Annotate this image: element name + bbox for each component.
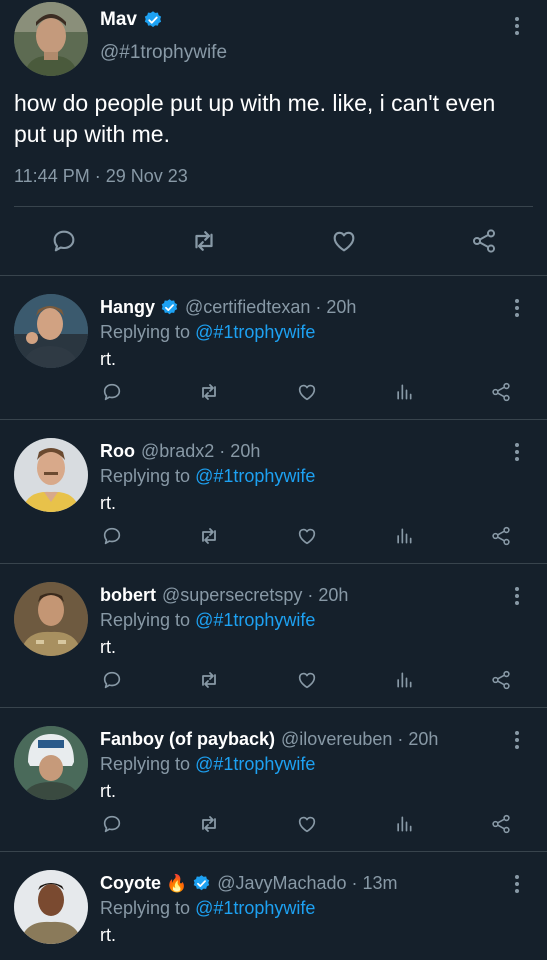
- author-name[interactable]: Roo: [100, 441, 135, 462]
- analytics-icon[interactable]: [392, 524, 416, 548]
- reply-icon[interactable]: [100, 524, 124, 548]
- share-icon[interactable]: [489, 668, 513, 692]
- author-name[interactable]: Mav: [100, 9, 163, 31]
- like-icon[interactable]: [295, 380, 319, 404]
- reply-text: rt.: [100, 493, 116, 513]
- retweet-icon[interactable]: [188, 225, 220, 257]
- reply-icon[interactable]: [48, 225, 80, 257]
- avatar[interactable]: [14, 870, 88, 944]
- like-icon[interactable]: [295, 524, 319, 548]
- avatar[interactable]: [14, 438, 88, 512]
- avatar[interactable]: [14, 582, 88, 656]
- reply-header: bobert @supersecretspy · 20h: [100, 585, 348, 606]
- share-icon[interactable]: [489, 524, 513, 548]
- replying-prefix: Replying to: [100, 898, 191, 918]
- more-options-icon[interactable]: [507, 14, 527, 38]
- more-options-icon[interactable]: [507, 584, 527, 608]
- tweet-actions: [0, 207, 547, 275]
- share-icon[interactable]: [489, 380, 513, 404]
- share-icon[interactable]: [489, 812, 513, 836]
- author-handle[interactable]: @supersecretspy · 20h: [162, 585, 348, 606]
- replying-prefix: Replying to: [100, 466, 191, 486]
- author-handle[interactable]: @JavyMachado · 13m: [217, 873, 397, 894]
- mention-link[interactable]: @#1trophywife: [195, 610, 315, 630]
- author-name[interactable]: Coyote: [100, 873, 161, 894]
- replying-prefix: Replying to: [100, 610, 191, 630]
- author-name[interactable]: bobert: [100, 585, 156, 606]
- like-icon[interactable]: [295, 668, 319, 692]
- author-name-text: Mav: [100, 9, 137, 30]
- reply-actions: [0, 662, 547, 698]
- verified-badge-icon: [143, 10, 163, 30]
- reply-actions: [0, 518, 547, 554]
- avatar[interactable]: [14, 726, 88, 800]
- avatar-image: [14, 294, 88, 368]
- reply-text: rt.: [100, 637, 116, 657]
- avatar-image: [14, 726, 88, 800]
- replying-to: Replying to @#1trophywife: [100, 610, 315, 631]
- verified-badge-icon: [192, 874, 211, 893]
- more-options-icon[interactable]: [507, 728, 527, 752]
- author-handle[interactable]: @bradx2 · 20h: [141, 441, 260, 462]
- mention-link[interactable]: @#1trophywife: [195, 322, 315, 342]
- analytics-icon[interactable]: [392, 668, 416, 692]
- replying-to: Replying to @#1trophywife: [100, 754, 315, 775]
- reply-text: rt.: [100, 781, 116, 801]
- author-handle[interactable]: @#1trophywife: [100, 42, 227, 64]
- like-icon[interactable]: [295, 812, 319, 836]
- avatar-image: [14, 2, 88, 76]
- replying-to: Replying to @#1trophywife: [100, 322, 315, 343]
- main-tweet: Mav @#1trophywife how do people put up w…: [0, 0, 547, 276]
- avatar-image: [14, 582, 88, 656]
- tweet-timestamp[interactable]: 11:44 PM · 29 Nov 23: [14, 166, 188, 187]
- author-handle[interactable]: @certifiedtexan · 20h: [185, 297, 356, 318]
- reply-tweet[interactable]: Fanboy (of payback) @ilovereuben · 20h R…: [0, 708, 547, 852]
- like-icon[interactable]: [328, 225, 360, 257]
- reply-icon[interactable]: [100, 812, 124, 836]
- retweet-icon[interactable]: [197, 380, 221, 404]
- more-options-icon[interactable]: [507, 440, 527, 464]
- share-icon[interactable]: [468, 225, 500, 257]
- mention-link[interactable]: @#1trophywife: [195, 754, 315, 774]
- replying-prefix: Replying to: [100, 754, 191, 774]
- replying-to: Replying to @#1trophywife: [100, 898, 315, 919]
- author-handle[interactable]: @ilovereuben · 20h: [281, 729, 438, 750]
- avatar-image: [14, 438, 88, 512]
- reply-text: rt.: [100, 349, 116, 369]
- reply-tweet[interactable]: Coyote 🔥 @JavyMachado · 13m Replying to …: [0, 852, 547, 960]
- reply-header: Roo @bradx2 · 20h: [100, 441, 260, 462]
- reply-actions: [0, 374, 547, 410]
- reply-header: Hangy @certifiedtexan · 20h: [100, 297, 356, 318]
- more-options-icon[interactable]: [507, 872, 527, 896]
- avatar[interactable]: [14, 2, 88, 76]
- analytics-icon[interactable]: [392, 380, 416, 404]
- reply-icon[interactable]: [100, 668, 124, 692]
- verified-badge-icon: [160, 298, 179, 317]
- reply-tweet[interactable]: Hangy @certifiedtexan · 20h Replying to …: [0, 276, 547, 420]
- reply-header: Coyote 🔥 @JavyMachado · 13m: [100, 873, 398, 894]
- avatar[interactable]: [14, 294, 88, 368]
- mention-link[interactable]: @#1trophywife: [195, 466, 315, 486]
- reply-text: rt.: [100, 925, 116, 945]
- analytics-icon[interactable]: [392, 812, 416, 836]
- reply-tweet[interactable]: Roo @bradx2 · 20h Replying to @#1trophyw…: [0, 420, 547, 564]
- tweet-text: how do people put up with me. like, i ca…: [14, 90, 496, 147]
- author-name[interactable]: Fanboy (of payback): [100, 729, 275, 750]
- mention-link[interactable]: @#1trophywife: [195, 898, 315, 918]
- replying-prefix: Replying to: [100, 322, 191, 342]
- reply-header: Fanboy (of payback) @ilovereuben · 20h: [100, 729, 438, 750]
- more-options-icon[interactable]: [507, 296, 527, 320]
- retweet-icon[interactable]: [197, 668, 221, 692]
- reply-icon[interactable]: [100, 380, 124, 404]
- retweet-icon[interactable]: [197, 812, 221, 836]
- replying-to: Replying to @#1trophywife: [100, 466, 315, 487]
- reply-actions: [0, 806, 547, 842]
- author-name[interactable]: Hangy: [100, 297, 155, 318]
- retweet-icon[interactable]: [197, 524, 221, 548]
- fire-emoji: 🔥: [166, 873, 188, 893]
- reply-tweet[interactable]: bobert @supersecretspy · 20h Replying to…: [0, 564, 547, 708]
- avatar-image: [14, 870, 88, 944]
